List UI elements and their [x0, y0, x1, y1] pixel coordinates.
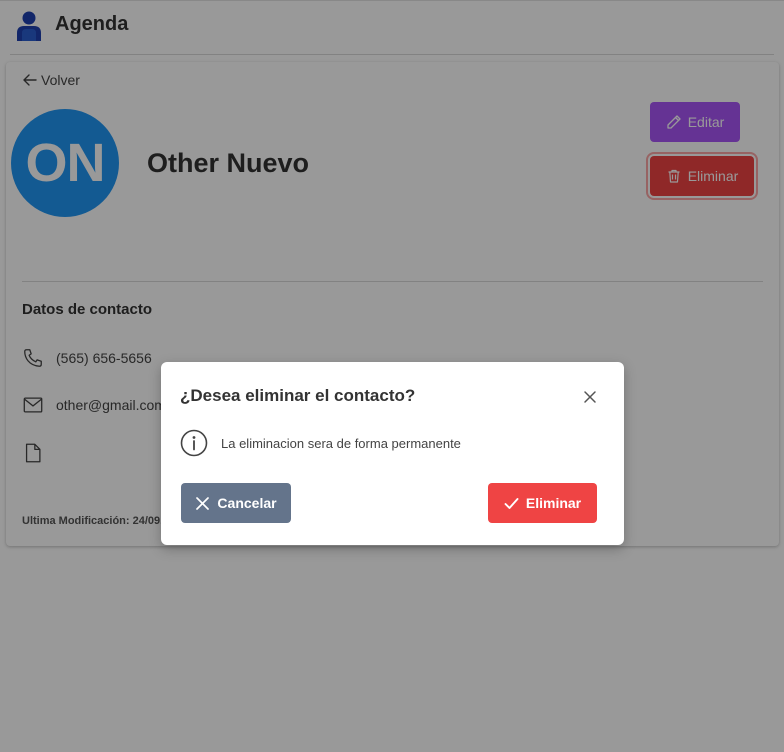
- confirm-label: Eliminar: [525, 495, 582, 511]
- page: Agenda Volver ON Other Nuevo Editar Elim…: [0, 0, 784, 752]
- dialog-title: ¿Desea eliminar el contacto?: [180, 386, 416, 405]
- info-icon: [180, 429, 208, 457]
- check-icon: [504, 497, 519, 509]
- close-icon: [196, 496, 210, 510]
- close-icon: [584, 391, 596, 403]
- confirm-dialog: ¿Desea eliminar el contacto? La eliminac…: [161, 362, 624, 545]
- cancel-label: Cancelar: [217, 495, 277, 511]
- confirm-delete-button[interactable]: Eliminar: [488, 483, 597, 523]
- dialog-message: La eliminacion sera de forma permanente: [221, 436, 461, 451]
- close-button[interactable]: [579, 386, 601, 408]
- cancel-button[interactable]: Cancelar: [181, 483, 291, 523]
